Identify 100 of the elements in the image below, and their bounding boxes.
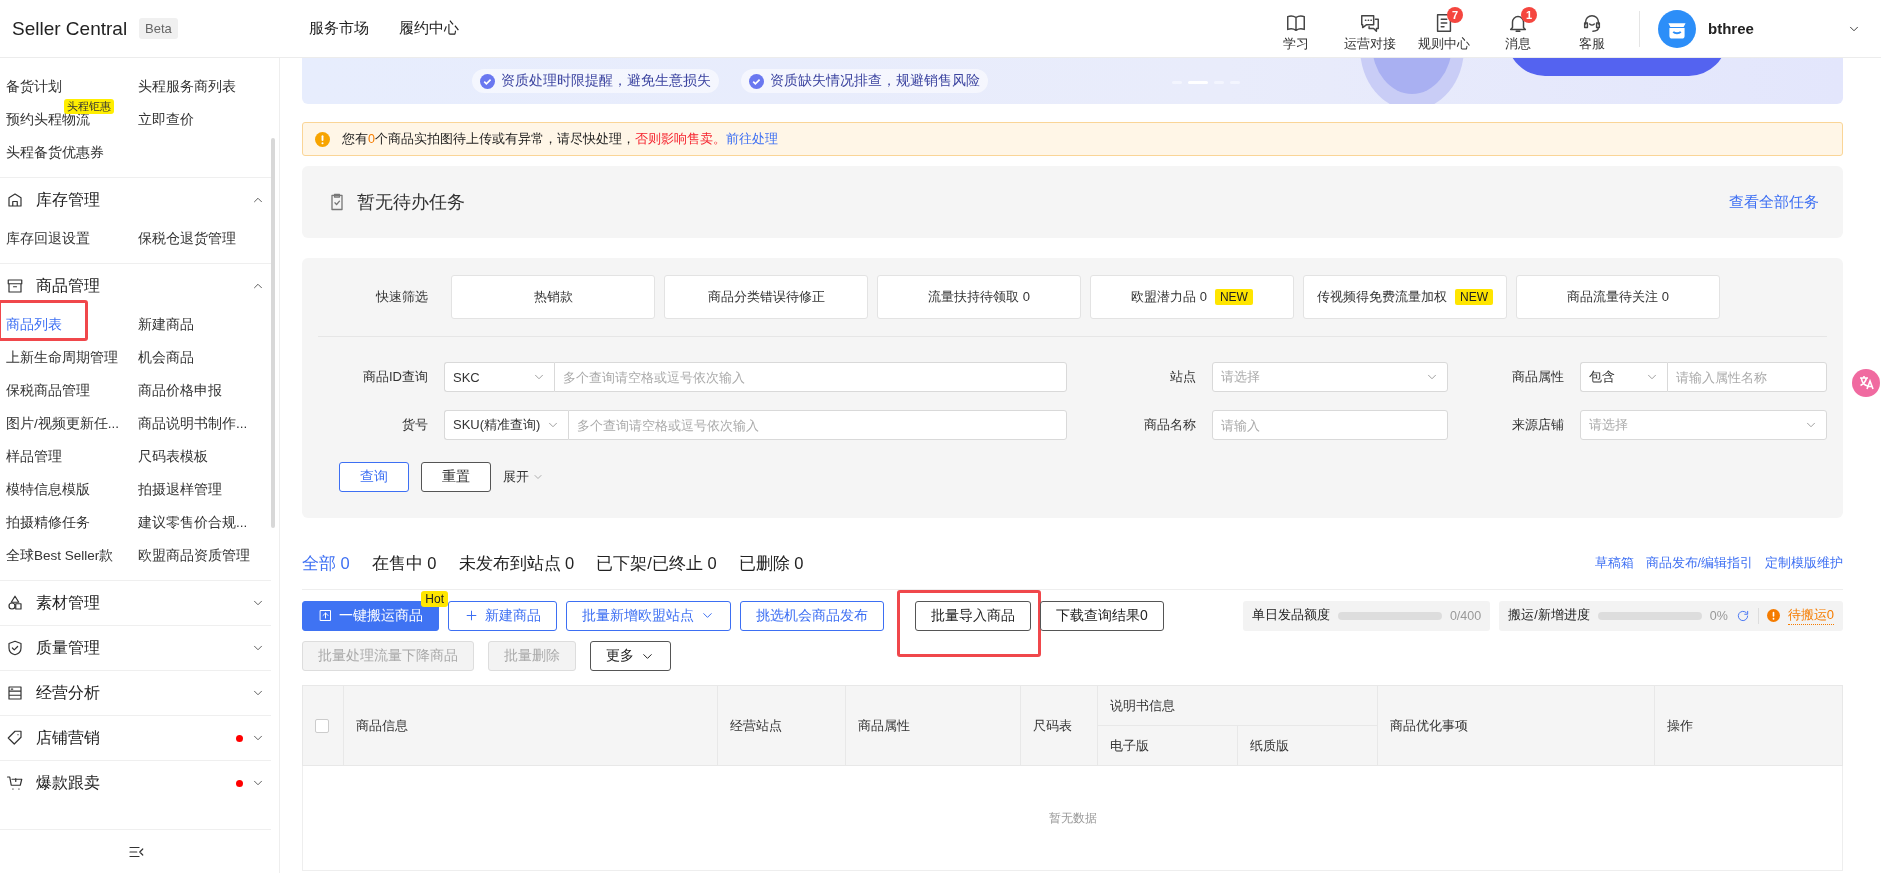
status-tab[interactable]: 未发布到站点 0 (458, 552, 575, 575)
column-header: 纸质版 (1237, 725, 1378, 766)
empty-state: 暂无数据 (302, 765, 1843, 871)
sidebar-item[interactable]: 商品说明书制作... (138, 414, 248, 433)
toolbar-item[interactable]: 1 消息 (1481, 4, 1555, 53)
sidebar-item[interactable]: 上新生命周期管理 (6, 348, 118, 367)
sidebar-item[interactable]: 欧盟商品资质管理 (138, 546, 250, 565)
input-field[interactable]: 多个查询请空格或逗号依次输入 (554, 362, 1067, 392)
field-label: 站点 (1169, 368, 1196, 386)
input-field[interactable]: 请输入 (1212, 410, 1448, 440)
sidebar-item[interactable]: 保税仓退货管理 (138, 229, 236, 248)
status-tab[interactable]: 已删除 0 (738, 552, 804, 575)
sidebar-section[interactable]: 爆款跟卖 (0, 761, 271, 805)
section-title: 爆款跟卖 (36, 772, 100, 793)
section-title: 店铺营销 (36, 727, 100, 748)
input-field[interactable]: 多个查询请空格或逗号依次输入 (568, 410, 1067, 440)
sidebar-item[interactable]: 尺码表模板 (138, 447, 208, 466)
sidebar-item[interactable]: 商品价格申报 (138, 381, 222, 400)
sidebar-item[interactable]: 机会商品 (138, 348, 194, 367)
filter-chip[interactable]: 欧盟潜力品 0 NEW (1090, 275, 1294, 319)
logo-text[interactable]: Seller Central (12, 17, 128, 40)
column-header: 尺码表 (1020, 685, 1098, 766)
user-name[interactable]: bthree (1708, 20, 1754, 37)
shield-icon (6, 639, 24, 657)
select-field[interactable]: SKU(精准查询) (444, 410, 569, 440)
toolbar-item[interactable]: 客服 (1555, 4, 1629, 53)
sidebar-item[interactable]: 样品管理 (6, 447, 62, 466)
sidebar-item[interactable]: 模特信息模版 (6, 480, 90, 499)
sidebar-item[interactable]: 商品列表 (6, 315, 62, 334)
toolbar-item[interactable]: 运营对接 (1333, 4, 1407, 53)
nav-link[interactable]: 履约中心 (399, 19, 459, 38)
alert-link[interactable]: 前往处理 (725, 131, 778, 146)
link[interactable]: 商品发布/编辑指引 (1645, 555, 1753, 572)
filter-chip[interactable]: 商品分类错误待修正 (664, 275, 868, 319)
checkbox[interactable] (315, 718, 329, 733)
sidebar-section[interactable]: 商品管理 (0, 264, 271, 308)
sidebar-item[interactable]: 头程服务商列表 (138, 77, 236, 96)
warning-icon (315, 131, 330, 147)
sidebar-section[interactable]: 质量管理 (0, 626, 271, 670)
action-button[interactable]: 批量导入商品 (915, 600, 1031, 631)
sidebar-section[interactable]: 经营分析 (0, 671, 271, 715)
sidebar-section[interactable]: 店铺营销 (0, 716, 271, 760)
sidebar-item[interactable]: 全球Best Seller款 (6, 546, 114, 565)
new-badge: NEW (1214, 289, 1253, 305)
sidebar-item[interactable]: 立即查价 (138, 110, 194, 129)
filter-label: 快速筛选 (375, 288, 428, 306)
link[interactable]: 定制模版维护 (1765, 555, 1843, 572)
sidebar-section[interactable]: 库存管理 (0, 178, 271, 222)
todo-link[interactable]: 查看全部任务 (1729, 192, 1819, 212)
column-header: 经营站点 (717, 685, 846, 766)
action-button[interactable]: 更多 (590, 641, 671, 671)
promo-badge: 头程钜惠 (64, 99, 114, 114)
sidebar-item[interactable]: 保税商品管理 (6, 381, 90, 400)
select-field[interactable]: 包含 (1580, 362, 1667, 392)
filter-chip[interactable]: 商品流量待关注 0 (1516, 275, 1720, 319)
avatar-icon (1658, 9, 1696, 48)
action-button[interactable]: 新建商品 (448, 600, 557, 631)
sidebar-item[interactable]: 拍摄退样管理 (138, 480, 222, 499)
filter-chip[interactable]: 传视频得免费流量加权 NEW (1303, 275, 1507, 319)
action-button[interactable]: 下载查询结果0 (1040, 600, 1164, 631)
toolbar-item[interactable]: 7 规则中心 (1407, 4, 1481, 53)
meter-label: 搬运/新增进度 (1508, 607, 1590, 624)
filter-chip[interactable]: 热销款 (451, 275, 655, 319)
status-tab[interactable]: 在售中 0 (371, 552, 437, 575)
reset-button[interactable]: 重置 (421, 462, 491, 492)
section-title: 素材管理 (36, 592, 100, 613)
filter-chip[interactable]: 流量扶持待领取 0 (877, 275, 1081, 319)
link[interactable]: 草稿箱 (1594, 555, 1634, 572)
sidebar-item[interactable]: 库存回退设置 (6, 229, 90, 248)
toolbar-item[interactable]: 学习 (1259, 4, 1333, 53)
expand-toggle[interactable]: 展开 (503, 468, 544, 486)
sidebar-item[interactable]: 头程备货优惠券 (6, 143, 104, 162)
toolbar-label: 客服 (1579, 35, 1605, 53)
column-header: 商品信息 (343, 685, 718, 766)
count-badge: 1 (1521, 6, 1537, 23)
plus-icon (464, 608, 479, 623)
meter-label: 单日发品额度 (1251, 607, 1330, 624)
action-button[interactable]: 批量新增欧盟站点 (566, 600, 731, 631)
sidebar-item[interactable]: 图片/视频更新任... (6, 414, 119, 433)
search-button[interactable]: 查询 (339, 462, 409, 492)
column-header: 说明书信息 (1097, 685, 1378, 726)
section-title: 质量管理 (36, 637, 100, 658)
shapes-icon (6, 594, 24, 612)
sidebar-item[interactable]: 拍摄精修任务 (6, 513, 90, 532)
select-field[interactable]: SKC (444, 362, 554, 392)
sidebar-item[interactable]: 建议零售价合规... (138, 513, 248, 532)
scrollbar-thumb[interactable] (271, 138, 275, 528)
field-label: 商品ID查询 (362, 368, 428, 386)
toolbar-label: 规则中心 (1418, 35, 1470, 53)
field-label: 货号 (401, 416, 428, 434)
status-tab[interactable]: 全部 0 (302, 552, 350, 575)
upload-icon (318, 608, 333, 623)
sidebar-item[interactable]: 新建商品 (138, 315, 194, 334)
field-label: 商品名称 (1143, 416, 1196, 434)
input-field[interactable]: 请输入属性名称 (1667, 362, 1827, 392)
nav-link[interactable]: 服务市场 (309, 19, 369, 38)
sidebar-section[interactable]: 素材管理 (0, 581, 271, 625)
action-button[interactable]: 挑选机会商品发布 (740, 600, 884, 631)
sidebar-item[interactable]: 备货计划 (6, 77, 62, 96)
status-tab[interactable]: 已下架/已终止 0 (596, 552, 717, 575)
